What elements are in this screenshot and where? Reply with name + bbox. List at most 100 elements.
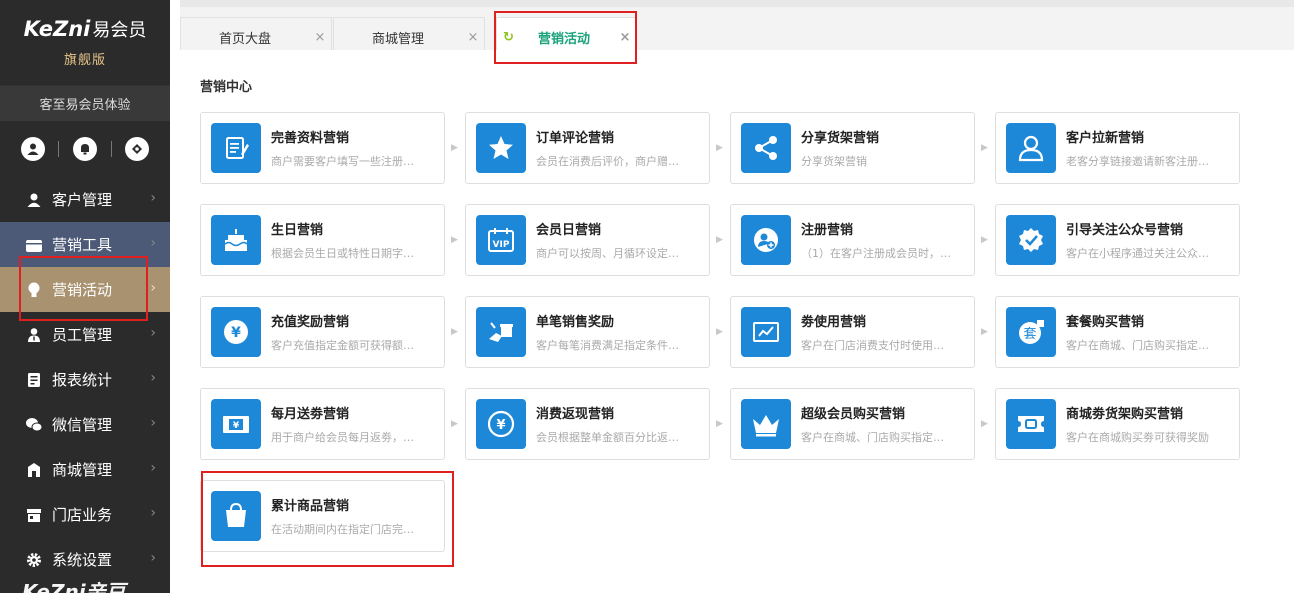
card-description: 用于商户给会员每月返劵，… xyxy=(271,431,414,444)
flow-arrow-icon: ▶ xyxy=(716,235,723,245)
marketing-card[interactable]: 注册营销 （1）在客户注册成会员时，… xyxy=(730,204,975,276)
nav-item-wechat[interactable]: 微信管理 › xyxy=(0,402,170,447)
ticket-icon xyxy=(1006,399,1056,449)
referral-icon xyxy=(1006,123,1056,173)
card-title: 充值奖励营销 xyxy=(271,315,350,330)
card-text: 订单评论营销 会员在消费后评价，商户赠… xyxy=(536,127,706,169)
section-title: 营销中心 xyxy=(200,80,253,95)
card-title: 分享货架营销 xyxy=(801,131,880,146)
marketing-card[interactable]: ¥ 充值奖励营销客户充值指定金额可获得额… xyxy=(200,296,445,368)
marketing-card[interactable]: ¥ 每月送劵营销 用于商户给会员每月返劵，… xyxy=(200,388,445,460)
gift-hand-icon xyxy=(476,307,526,357)
nav-item-store[interactable]: 门店业务 › xyxy=(0,492,170,537)
marketing-card[interactable]: 单笔销售奖励 客户每笔消费满足指定条件… xyxy=(465,296,710,368)
marketing-card[interactable]: 劵使用营销 客户在门店消费支付时使用… xyxy=(730,296,975,368)
chevron-right-icon: › xyxy=(150,370,156,386)
flow-arrow-icon: ▶ xyxy=(451,235,458,245)
svg-text:¥: ¥ xyxy=(496,418,505,433)
card-title: 引导关注公众号营销 xyxy=(1066,223,1184,238)
card-title: 累计商品营销 xyxy=(271,499,350,514)
chevron-right-icon: › xyxy=(150,415,156,431)
cashback-icon: ¥ xyxy=(476,399,526,449)
marketing-card[interactable]: 客户拉新营销 老客分享链接邀请新客注册… xyxy=(995,112,1240,184)
brand-logo-latin: KeZni xyxy=(23,17,91,41)
nav-item-customer[interactable]: 客户管理 › xyxy=(0,177,170,222)
nav-item-label: 商城管理 xyxy=(52,461,113,479)
card-text: 生日营销根据会员生日或特性日期字… xyxy=(271,219,441,261)
svg-text:¥: ¥ xyxy=(231,325,241,341)
tab-label: 商城管理 xyxy=(371,32,424,47)
sidebar: KeZni 易会员 旗舰版 客至易会员体验 客户管理 › 营销工具 › 营销活动… xyxy=(0,0,170,593)
marketing-card[interactable]: 累计商品营销 在活动期间内在指定门店完… xyxy=(200,480,445,552)
card-text: 引导关注公众号营销 客户在小程序通过关注公众… xyxy=(1066,219,1236,261)
nav-item-staff[interactable]: 员工管理 › xyxy=(0,312,170,357)
marketing-card[interactable]: 商城劵货架购买营销 客户在商城购买劵可获得奖励 xyxy=(995,388,1240,460)
chevron-right-icon: › xyxy=(150,550,156,566)
user-icon xyxy=(24,190,44,210)
card-text: 单笔销售奖励 客户每笔消费满足指定条件… xyxy=(536,311,706,353)
brand-logo: KeZni 易会员 xyxy=(24,17,147,43)
marketing-card[interactable]: 生日营销根据会员生日或特性日期字… xyxy=(200,204,445,276)
marketing-card[interactable]: 套 套餐购买营销 客户在商城、门店购买指定… xyxy=(995,296,1240,368)
card-description: 根据会员生日或特性日期字… xyxy=(271,247,414,260)
vip-calendar-icon: VIP xyxy=(476,215,526,265)
marketing-card[interactable]: 订单评论营销 会员在消费后评价，商户赠… xyxy=(465,112,710,184)
card-description: 分享货架营销 xyxy=(801,155,867,168)
quick-actions xyxy=(0,121,170,177)
flow-arrow-icon: ▶ xyxy=(716,419,723,429)
user-icon[interactable] xyxy=(20,137,45,161)
nav-menu: 客户管理 › 营销工具 › 营销活动 › 员工管理 › 报表统计 › 微信管理 … xyxy=(0,177,170,582)
cake-icon xyxy=(211,215,261,265)
register-icon xyxy=(741,215,791,265)
marketing-card[interactable]: 引导关注公众号营销 客户在小程序通过关注公众… xyxy=(995,204,1240,276)
card-description: 客户在商城、门店购买指定… xyxy=(801,431,944,444)
nav-item-marketing-activities[interactable]: 营销活动 › xyxy=(0,267,170,312)
form-icon xyxy=(211,123,261,173)
flow-arrow-icon: ▶ xyxy=(451,419,458,429)
nav-item-label: 营销活动 xyxy=(52,281,113,299)
card-description: 会员在消费后评价，商户赠… xyxy=(536,155,679,168)
nav-item-reports[interactable]: 报表统计 › xyxy=(0,357,170,402)
star-icon xyxy=(476,123,526,173)
close-icon[interactable]: × xyxy=(462,30,484,45)
card-description: 客户在门店消费支付时使用… xyxy=(801,339,944,352)
close-icon[interactable]: × xyxy=(614,30,636,45)
marketing-card[interactable]: VIP 会员日营销 商户可以按周、月循环设定… xyxy=(465,204,710,276)
share-icon xyxy=(741,123,791,173)
nav-item-label: 客户管理 xyxy=(52,191,113,209)
nav-item-mall[interactable]: 商城管理 › xyxy=(0,447,170,492)
yuan-icon: ¥ xyxy=(211,307,261,357)
tab-bar: 首页大盘 × 商城管理 × ↻ 营销活动 × xyxy=(180,0,1294,57)
marketing-card[interactable]: 分享货架营销 分享货架营销 xyxy=(730,112,975,184)
card-title: 商城劵货架购买营销 xyxy=(1066,407,1184,422)
account-name[interactable]: 客至易会员体验 xyxy=(0,85,170,121)
marketing-card[interactable]: 超级会员购买营销 客户在商城、门店购买指定… xyxy=(730,388,975,460)
nav-item-label: 报表统计 xyxy=(52,371,113,389)
divider xyxy=(110,141,112,157)
card-title: 生日营销 xyxy=(271,223,324,238)
monthly-coupon-icon: ¥ xyxy=(211,399,261,449)
package-icon: 套 xyxy=(1006,307,1056,357)
briefcase-icon xyxy=(24,235,44,255)
refresh-icon[interactable]: ↻ xyxy=(503,30,514,45)
flow-arrow-icon: ▶ xyxy=(981,235,988,245)
card-title: 完善资料营销 xyxy=(271,131,350,146)
flow-arrow-icon: ▶ xyxy=(981,327,988,337)
card-description: 客户充值指定金额可获得额… xyxy=(271,339,414,352)
chevron-right-icon: › xyxy=(150,325,156,341)
nav-item-marketing-tools[interactable]: 营销工具 › xyxy=(0,222,170,267)
marketing-card[interactable]: ¥ 消费返现营销 会员根据整单金额百分比返… xyxy=(465,388,710,460)
card-title: 注册营销 xyxy=(801,223,854,238)
marketing-card[interactable]: 完善资料营销 商户需要客户填写一些注册… xyxy=(200,112,445,184)
card-text: 消费返现营销 会员根据整单金额百分比返… xyxy=(536,403,706,445)
card-text: 客户拉新营销 老客分享链接邀请新客注册… xyxy=(1066,127,1236,169)
flow-arrow-icon: ▶ xyxy=(981,419,988,429)
svg-text:VIP: VIP xyxy=(493,240,510,250)
main-content: 营销中心 完善资料营销 商户需要客户填写一些注册… ▶ 订单评论营销 会员在消费后评价，… xyxy=(180,50,1294,593)
card-title: 消费返现营销 xyxy=(536,407,615,422)
bell-icon[interactable] xyxy=(72,137,97,161)
close-icon[interactable]: × xyxy=(309,30,331,45)
notification-icon[interactable] xyxy=(125,137,150,161)
tab-label: 营销活动 xyxy=(537,32,590,47)
card-text: 套餐购买营销 客户在商城、门店购买指定… xyxy=(1066,311,1236,353)
